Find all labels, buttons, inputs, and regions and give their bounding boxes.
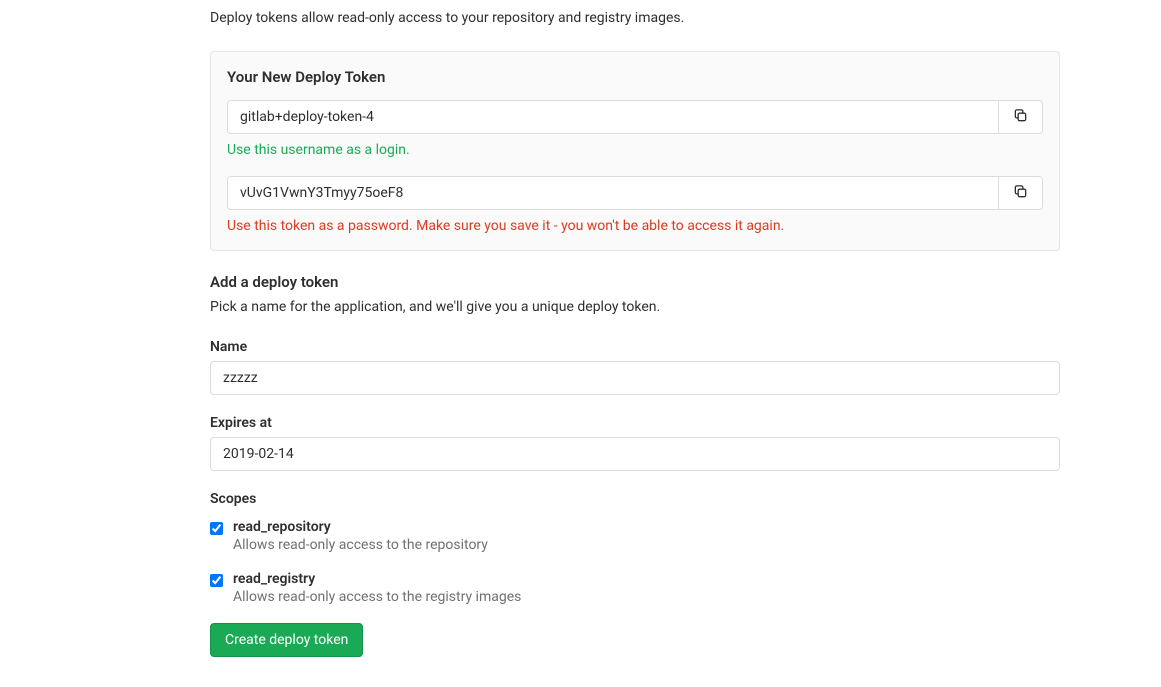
scope-item-read-repository: read_repository Allows read-only access …: [210, 519, 1060, 553]
token-panel-heading: Your New Deploy Token: [227, 68, 1043, 86]
copy-username-button[interactable]: [999, 100, 1043, 134]
create-deploy-token-button[interactable]: Create deploy token: [210, 623, 363, 657]
token-input[interactable]: [227, 176, 999, 210]
scope-description: Allows read-only access to the repositor…: [233, 537, 488, 553]
name-label: Name: [210, 339, 1060, 355]
copy-token-button[interactable]: [999, 176, 1043, 210]
scope-item-read-registry: read_registry Allows read-only access to…: [210, 571, 1060, 605]
add-token-subheading: Pick a name for the application, and we'…: [210, 299, 1060, 315]
scope-checkbox-read-registry[interactable]: [210, 574, 223, 587]
username-input[interactable]: [227, 100, 999, 134]
scope-checkbox-read-repository[interactable]: [210, 522, 223, 535]
token-input-group: [227, 176, 1043, 210]
expires-label: Expires at: [210, 415, 1060, 431]
scope-name: read_registry: [233, 571, 521, 587]
expires-input[interactable]: [210, 437, 1060, 471]
add-token-heading: Add a deploy token: [210, 273, 1060, 291]
username-input-group: [227, 100, 1043, 134]
scopes-label: Scopes: [210, 491, 1060, 507]
intro-text: Deploy tokens allow read-only access to …: [210, 10, 1060, 26]
copy-icon: [1013, 184, 1028, 202]
scope-name: read_repository: [233, 519, 488, 535]
token-hint: Use this token as a password. Make sure …: [227, 218, 1043, 234]
scope-description: Allows read-only access to the registry …: [233, 589, 521, 605]
new-token-panel: Your New Deploy Token Use this username …: [210, 51, 1060, 251]
username-hint: Use this username as a login.: [227, 142, 1043, 158]
name-input[interactable]: [210, 361, 1060, 395]
copy-icon: [1013, 108, 1028, 126]
